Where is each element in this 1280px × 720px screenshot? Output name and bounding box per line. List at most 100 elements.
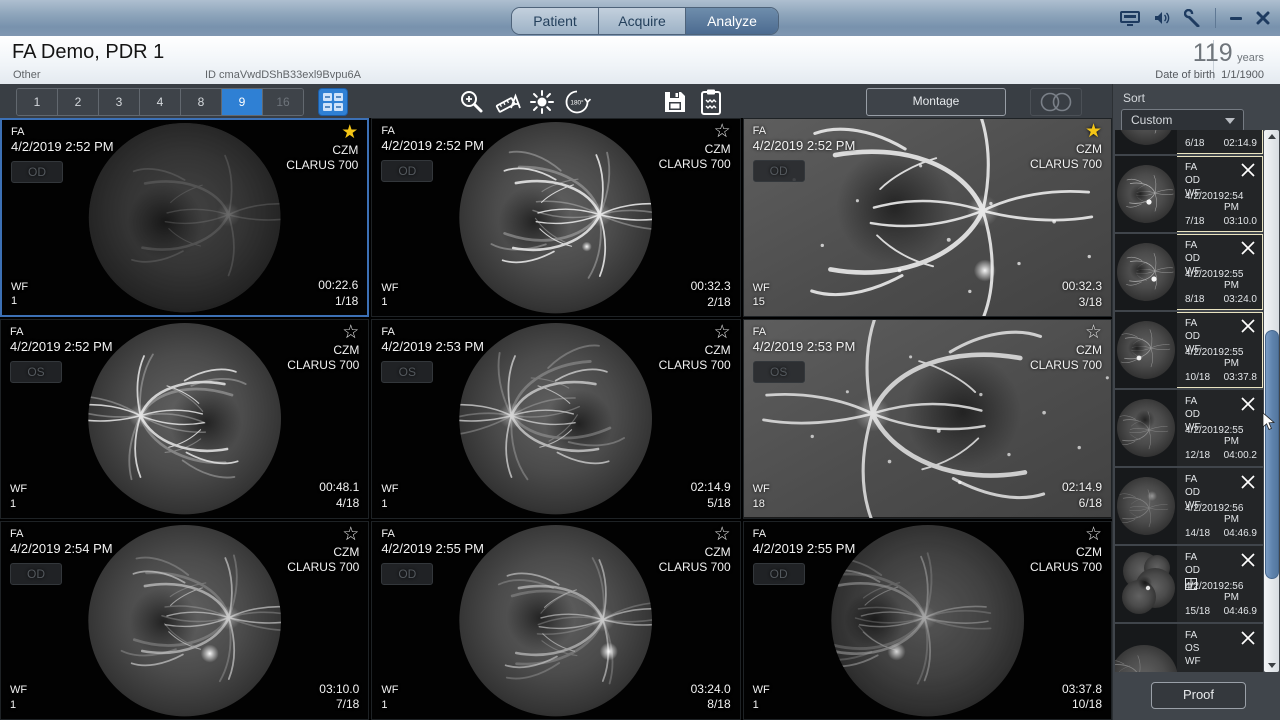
thumb-timestamp: 04:00.2 [1224, 450, 1257, 461]
minimize-icon[interactable] [1229, 11, 1243, 25]
thumbnail-item[interactable]: 6/1802:14.9 [1115, 130, 1263, 154]
window-controls-separator [1215, 8, 1216, 28]
image-tile-6[interactable]: FA4/2/2019 2:53 PMOS ☆CZMCLARUS 700 WF18… [743, 319, 1112, 518]
montage-button[interactable]: Montage [866, 88, 1006, 116]
modality-label: FA [10, 326, 113, 338]
volume-icon[interactable] [1153, 10, 1171, 26]
favorite-star-icon[interactable]: ☆ [659, 525, 731, 545]
patient-category: Other [13, 69, 41, 81]
image-tile-9[interactable]: FA4/2/2019 2:55 PMOD ☆CZMCLARUS 700 WF1 … [743, 521, 1112, 720]
close-icon[interactable] [1238, 238, 1258, 258]
report-clipboard-icon[interactable] [698, 88, 726, 116]
save-icon[interactable] [661, 88, 689, 116]
tools-icon[interactable] [1184, 9, 1202, 27]
grid-arrangement-button[interactable] [318, 88, 348, 116]
title-bar: Patient Acquire Analyze [0, 0, 1280, 37]
thumb-date: 4/2/2019 [1185, 425, 1224, 447]
modality-label: FA [381, 528, 484, 540]
thumb-laterality: OD [1185, 174, 1201, 187]
favorite-star-icon[interactable]: ★ [1030, 122, 1102, 142]
thumbnail-item[interactable]: FAOSWF [1115, 624, 1263, 672]
capture-datetime: 4/2/2019 2:52 PM [381, 138, 484, 153]
compare-overlay-button [1030, 88, 1082, 116]
thumb-date: 4/2/2019 [1185, 503, 1224, 525]
laterality-badge: OD [10, 563, 62, 585]
thumb-date: 4/2/2019 [1185, 581, 1224, 603]
field-label: WF [381, 683, 398, 698]
mode-tabs: Patient Acquire Analyze [511, 7, 779, 35]
thumb-frame-index: 10/18 [1185, 372, 1210, 383]
image-tile-5[interactable]: FA4/2/2019 2:53 PMOS ☆CZMCLARUS 700 WF1 … [371, 319, 740, 518]
image-tile-4[interactable]: FA4/2/2019 2:52 PMOS ☆CZMCLARUS 700 WF1 … [0, 319, 369, 518]
tab-acquire[interactable]: Acquire [599, 8, 686, 34]
capture-datetime: 4/2/2019 2:52 PM [753, 138, 856, 153]
device-label: CZM [286, 143, 358, 158]
scrollbar-thumb[interactable] [1265, 330, 1279, 579]
thumbnail-item[interactable]: FAODWF 4/2/20192:56 PM 14/1804:46.9 [1115, 468, 1263, 544]
layout-9-button[interactable]: 9 [222, 89, 263, 115]
image-tile-8[interactable]: FA4/2/2019 2:55 PMOD ☆CZMCLARUS 700 WF1 … [371, 521, 740, 720]
layout-1-button[interactable]: 1 [17, 89, 58, 115]
thumbnail-list: 6/1802:14.9 FAODWF 4/2/20192:54 PM 7/180… [1115, 130, 1263, 672]
brightness-icon[interactable] [528, 88, 556, 116]
favorite-star-icon[interactable]: ☆ [1030, 525, 1102, 545]
image-tile-1[interactable]: FA4/2/2019 2:52 PMOD ★CZMCLARUS 700 WF1 … [0, 118, 369, 317]
field-label: WF [381, 281, 398, 296]
thumbnail-item[interactable]: FAODWF 4/2/20192:55 PM 8/1803:24.0 [1115, 234, 1263, 310]
field-label: WF [10, 683, 27, 698]
close-icon[interactable] [1238, 316, 1258, 336]
thumbnail-item[interactable]: FAODWF 4/2/20192:55 PM 12/1804:00.2 [1115, 390, 1263, 466]
favorite-star-icon[interactable]: ☆ [287, 525, 359, 545]
device-label: CZM [1030, 343, 1102, 358]
layout-2-button[interactable]: 2 [58, 89, 99, 115]
proof-button[interactable]: Proof [1151, 682, 1246, 709]
image-tile-7[interactable]: FA4/2/2019 2:54 PMOD ☆CZMCLARUS 700 WF1 … [0, 521, 369, 720]
close-icon[interactable] [1238, 160, 1258, 180]
field-number: 1 [381, 497, 398, 512]
favorite-star-icon[interactable]: ☆ [287, 323, 359, 343]
field-label: WF [10, 482, 27, 497]
field-label: WF [753, 281, 770, 296]
image-tile-3[interactable]: FA4/2/2019 2:52 PMOD ★CZMCLARUS 700 WF15… [743, 118, 1112, 317]
rotate-180-icon[interactable]: 180° [562, 88, 590, 116]
layout-3-button[interactable]: 3 [99, 89, 140, 115]
sort-dropdown[interactable]: Custom [1121, 109, 1244, 132]
measure-annotate-icon[interactable] [494, 88, 522, 116]
thumb-modality: FA [1185, 161, 1201, 174]
tab-patient[interactable]: Patient [512, 8, 599, 34]
modality-label: FA [381, 326, 484, 338]
close-icon[interactable] [1238, 628, 1258, 648]
model-label: CLARUS 700 [286, 158, 358, 173]
thumb-time: 2:55 PM [1224, 269, 1257, 291]
thumbnail-item[interactable]: FAODWF 4/2/20192:55 PM 10/1803:37.8 [1115, 312, 1263, 388]
device-label: CZM [659, 142, 731, 157]
thumbnail-item[interactable]: FA OD 4/2/20192:56 PM 15/1804:46.9 [1115, 546, 1263, 622]
scroll-up-icon[interactable] [1268, 134, 1276, 139]
thumb-frame-index: 12/18 [1185, 450, 1210, 461]
scroll-down-icon[interactable] [1268, 663, 1276, 668]
favorite-star-icon[interactable]: ☆ [1030, 323, 1102, 343]
layout-8-button[interactable]: 8 [181, 89, 222, 115]
display-icon[interactable] [1120, 10, 1140, 27]
close-icon[interactable] [1256, 11, 1270, 25]
field-number: 18 [753, 497, 770, 512]
tab-analyze[interactable]: Analyze [686, 8, 778, 34]
favorite-star-icon[interactable]: ☆ [659, 122, 731, 142]
image-tile-2[interactable]: FA4/2/2019 2:52 PMOD ☆CZMCLARUS 700 WF1 … [371, 118, 740, 317]
laterality-badge: OD [753, 563, 805, 585]
thumb-date: 4/2/2019 [1185, 269, 1224, 291]
layout-4-button[interactable]: 4 [140, 89, 181, 115]
close-icon[interactable] [1238, 550, 1258, 570]
thumbnail-image [1115, 130, 1177, 154]
svg-text:180°: 180° [570, 99, 584, 107]
close-icon[interactable] [1238, 472, 1258, 492]
thumbnail-image [1115, 390, 1177, 466]
frame-timestamp: 03:10.0 [319, 682, 359, 698]
thumb-field: WF [1185, 655, 1201, 668]
favorite-star-icon[interactable]: ☆ [659, 323, 731, 343]
close-icon[interactable] [1238, 394, 1258, 414]
thumbnail-item[interactable]: FAODWF 4/2/20192:54 PM 7/1803:10.0 [1115, 156, 1263, 232]
favorite-star-icon[interactable]: ★ [286, 123, 358, 143]
thumbnail-scrollbar[interactable] [1264, 130, 1279, 672]
zoom-tool-icon[interactable] [458, 88, 486, 116]
